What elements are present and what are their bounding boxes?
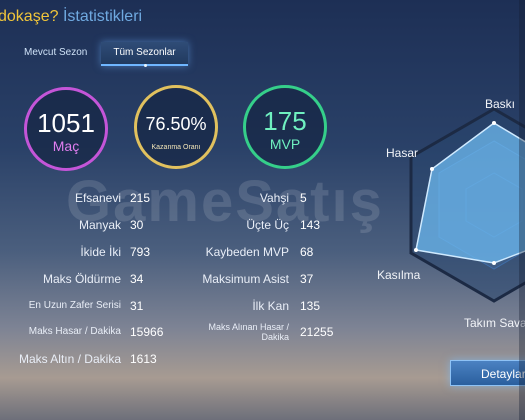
mvp-label: MVP bbox=[269, 136, 301, 152]
stat-label: Üçte Üç bbox=[246, 218, 289, 232]
page-title: dokaşe? İstatistikleri bbox=[0, 8, 142, 26]
radar-label-damage: Hasar bbox=[386, 146, 419, 160]
stat-value: 31 bbox=[130, 299, 144, 313]
radar-label-pressure: Baskı bbox=[485, 97, 516, 111]
tab-all-seasons[interactable]: Tüm Sezonlar bbox=[101, 42, 188, 67]
stat-label: Manyak bbox=[78, 218, 121, 232]
stat-label: Maks Öldürme bbox=[42, 272, 121, 286]
stat-value: 143 bbox=[300, 218, 321, 232]
radar-label-toughness: Kasılma bbox=[377, 268, 421, 282]
season-tabs: Mevcut Sezon Tüm Sezonlar bbox=[14, 42, 188, 67]
stat-label: Maks Alınan Hasar / Dakika bbox=[208, 322, 289, 342]
radar-point bbox=[492, 261, 496, 265]
tab-all-seasons-label: Tüm Sezonlar bbox=[113, 47, 176, 58]
stat-label: İlk Kan bbox=[252, 299, 289, 313]
stat-value: 215 bbox=[130, 191, 151, 205]
stat-value: 793 bbox=[130, 245, 151, 259]
win-rate-circle: 76.50% Kazanma Oranı bbox=[134, 85, 218, 169]
right-edge-panel bbox=[519, 0, 525, 420]
title-suffix: İstatistikleri bbox=[62, 8, 143, 25]
matches-value: 1051 bbox=[37, 108, 95, 138]
stat-label: Maks Altın / Dakika bbox=[18, 352, 121, 366]
stat-value: 5 bbox=[300, 191, 307, 205]
stat-label: Vahşi bbox=[259, 191, 289, 205]
active-indicator bbox=[143, 64, 147, 67]
stat-value: 34 bbox=[130, 272, 144, 286]
stat-value: 37 bbox=[300, 272, 314, 286]
radar-label-teamfight: Takım Sava bbox=[464, 316, 525, 330]
stat-value: 68 bbox=[300, 245, 314, 259]
stat-label: Maksimum Asist bbox=[202, 272, 289, 286]
mvp-circle: 175 MVP bbox=[243, 85, 327, 169]
stat-label: İkide İki bbox=[80, 245, 121, 259]
matches-circle: 1051 Maç bbox=[24, 87, 108, 171]
performance-radar bbox=[409, 107, 525, 303]
stat-value: 30 bbox=[130, 218, 144, 232]
stat-label: En Uzun Zafer Serisi bbox=[28, 300, 121, 311]
stat-label: Kaybeden MVP bbox=[205, 245, 289, 259]
player-name: dokaşe? bbox=[0, 8, 59, 25]
tab-current-season[interactable]: Mevcut Sezon bbox=[14, 42, 97, 66]
stat-label: Maks Hasar / Dakika bbox=[28, 326, 121, 337]
stat-value: 15966 bbox=[130, 325, 164, 339]
stat-value: 21255 bbox=[300, 325, 334, 339]
win-rate-label: Kazanma Oranı bbox=[151, 144, 201, 151]
win-rate-value: 76.50% bbox=[145, 114, 207, 134]
radar-point bbox=[414, 248, 418, 252]
details-button[interactable]: Detaylar bbox=[450, 360, 525, 386]
stat-value: 1613 bbox=[130, 352, 157, 366]
radar-point bbox=[492, 121, 496, 125]
stat-label: Efsanevi bbox=[74, 191, 121, 205]
radar-point bbox=[430, 167, 434, 171]
matches-label: Maç bbox=[52, 138, 80, 154]
mvp-value: 175 bbox=[263, 106, 307, 136]
stat-value: 135 bbox=[300, 299, 321, 313]
